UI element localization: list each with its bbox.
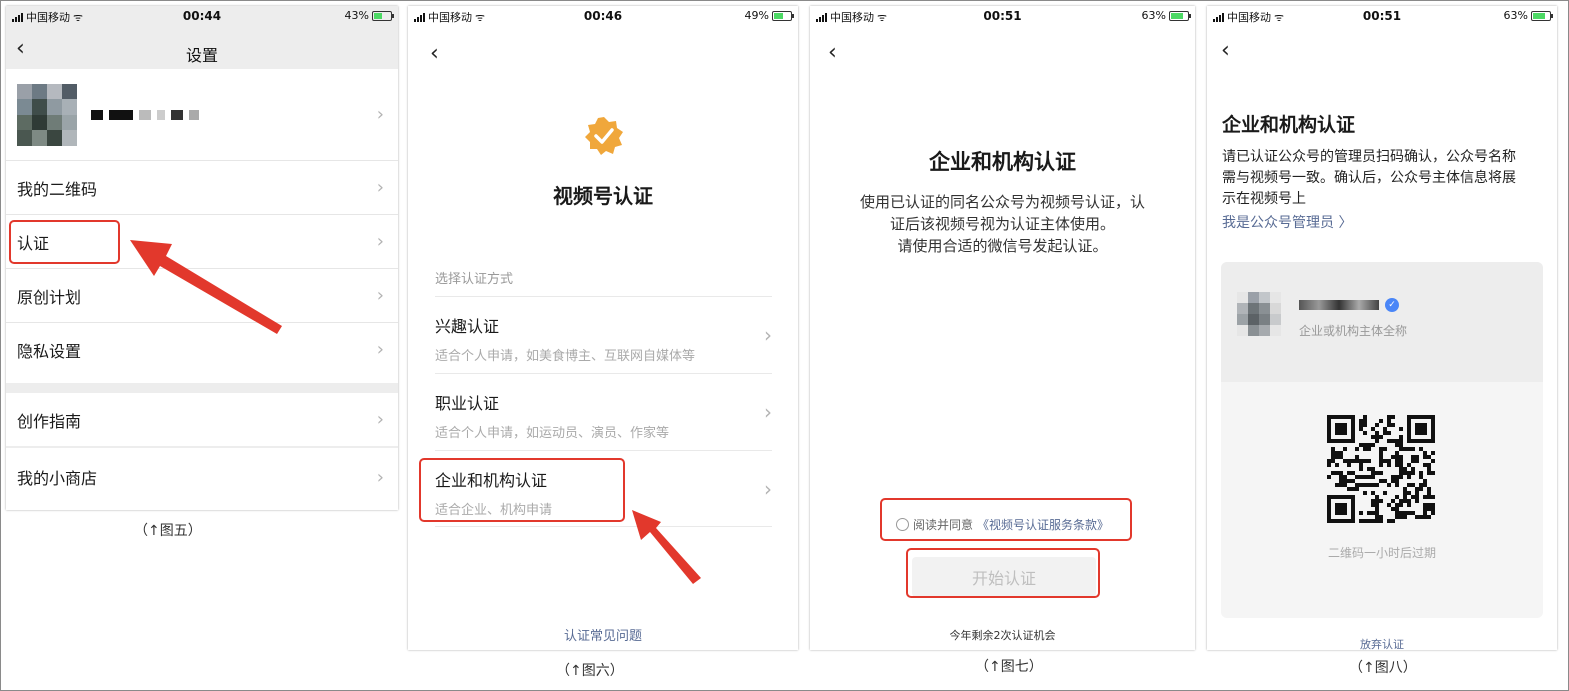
- status-bar: 中国移动 ᯤ 00:51 63%: [810, 6, 1195, 26]
- menu-item-shop[interactable]: 我的小商店 ›: [6, 448, 398, 506]
- chevron-right-icon: ›: [376, 339, 384, 360]
- battery-icon: [1531, 10, 1553, 21]
- chevron-right-icon: ›: [376, 177, 384, 198]
- qr-expire-note: 二维码一小时后过期: [1327, 546, 1436, 560]
- page-title: 企业和机构认证: [1222, 114, 1356, 136]
- option-enterprise[interactable]: 企业和机构认证 适合企业、机构申请 ›: [435, 450, 772, 527]
- faq-link[interactable]: 认证常见问题: [408, 625, 798, 644]
- radio-icon[interactable]: [895, 518, 909, 531]
- back-chevron-icon[interactable]: ‹: [430, 43, 439, 65]
- admin-link[interactable]: 我是公众号管理员 〉: [1222, 212, 1352, 232]
- terms-agreement: 阅读并同意 《视频号认证服务条款》: [810, 516, 1195, 533]
- status-time: 00:51: [983, 9, 1022, 23]
- battery-percent: 63%: [1503, 9, 1528, 22]
- blurred-username: [91, 109, 205, 120]
- back-chevron-icon[interactable]: ‹: [828, 42, 837, 64]
- battery-percent: 43%: [344, 9, 369, 22]
- caption-figure-5: （↑图五）: [134, 523, 202, 539]
- settings-list-3: 我的小商店 ›: [6, 448, 398, 510]
- menu-item-qrcode[interactable]: 我的二维码 ›: [6, 160, 398, 214]
- battery-percent: 49%: [744, 9, 769, 22]
- avatar: [17, 83, 77, 146]
- phone-enterprise-intro: 中国移动 ᯤ 00:51 63% ‹ 企业和机构认证 使用已认证的同名公众号为视频…: [810, 6, 1195, 650]
- caption-figure-7: （↑图七）: [975, 659, 1043, 675]
- start-verification-button[interactable]: 开始认证: [912, 557, 1096, 597]
- entity-subtitle: 企业或机构主体全称: [1299, 324, 1408, 338]
- option-interest[interactable]: 兴趣认证 适合个人申请，如美食博主、互联网自媒体等 ›: [435, 296, 772, 373]
- terms-link[interactable]: 《视频号认证服务条款》: [977, 516, 1109, 533]
- caption-figure-8: （↑图八）: [1349, 660, 1417, 676]
- status-time: 00:44: [182, 9, 222, 23]
- avatar: [1237, 292, 1281, 336]
- page-title: 设置: [185, 46, 218, 65]
- status-bar: 中国移动 ᯤ 00:44 43%: [6, 6, 398, 26]
- menu-item-verification[interactable]: 认证 ›: [6, 214, 398, 268]
- settings-list-2: 创作指南 ›: [6, 393, 398, 446]
- chevron-right-icon: ›: [764, 400, 772, 424]
- qr-card: ✓ 企业或机构主体全称 二维码一小时后过期: [1221, 262, 1543, 618]
- status-bar: 中国移动 ᯤ 00:46 49%: [408, 6, 798, 26]
- verified-icon: ✓: [1385, 298, 1399, 312]
- remaining-attempts: 今年剩余2次认证机会: [949, 629, 1056, 642]
- phone-enterprise-qrcode: 中国移动 ᯤ 00:51 63% ‹ 企业和机构认证 请已认证公众号的管理员扫码确…: [1207, 6, 1557, 650]
- battery-icon: [372, 10, 394, 21]
- description: 使用已认证的同名公众号为视频号认证，认 证后该视频号视为认证主体使用。 请使用合…: [859, 193, 1145, 255]
- chevron-right-icon: ›: [764, 477, 772, 501]
- chevron-right-icon: ›: [376, 285, 384, 306]
- battery-icon: [772, 10, 794, 21]
- qr-code-icon[interactable]: [1327, 415, 1435, 523]
- chevron-right-icon: ›: [764, 323, 772, 347]
- section-label: 选择认证方式: [435, 272, 514, 287]
- battery-percent: 63%: [1141, 9, 1166, 22]
- menu-item-original[interactable]: 原创计划 ›: [6, 268, 398, 322]
- page-title: 视频号认证: [553, 184, 653, 208]
- abandon-link[interactable]: 放弃认证: [1207, 636, 1557, 650]
- chevron-right-icon: ›: [376, 231, 384, 252]
- option-profession[interactable]: 职业认证 适合个人申请，如运动员、演员、作家等 ›: [435, 373, 772, 450]
- account-name: ✓: [1299, 298, 1399, 312]
- profile-row[interactable]: ›: [6, 69, 398, 160]
- chevron-right-icon: ›: [376, 409, 384, 430]
- chevron-right-icon: ›: [376, 466, 384, 488]
- caption-figure-6: （↑图六）: [556, 663, 624, 679]
- blurred-account-name: [1299, 300, 1379, 310]
- phone-channel-verification: 中国移动 ᯤ 00:46 49% ‹ 视频号认证 选择认证方式 兴趣认证 适合个人…: [408, 6, 798, 650]
- menu-item-privacy[interactable]: 隐私设置 ›: [6, 322, 398, 376]
- status-bar: 中国移动 ᯤ 00:51 63%: [1207, 6, 1557, 26]
- battery-icon: [1169, 10, 1191, 21]
- page-title: 企业和机构认证: [929, 150, 1076, 174]
- verified-badge-icon: [585, 117, 623, 155]
- back-chevron-icon[interactable]: ‹: [1221, 40, 1230, 62]
- chevron-right-icon: ›: [376, 104, 384, 125]
- description: 请已认证公众号的管理员扫码确认，公众号名称 需与视频号一致。确认后，公众号主体信…: [1222, 149, 1516, 207]
- phone-settings: 中国移动 ᯤ 00:44 43% ‹ 设置 › 我的二维码 › 认证 › 原创计划 › …: [6, 6, 398, 510]
- status-time: 00:46: [583, 9, 623, 23]
- menu-item-guide[interactable]: 创作指南 ›: [6, 393, 398, 446]
- settings-list: › 我的二维码 › 认证 › 原创计划 › 隐私设置 ›: [6, 69, 398, 383]
